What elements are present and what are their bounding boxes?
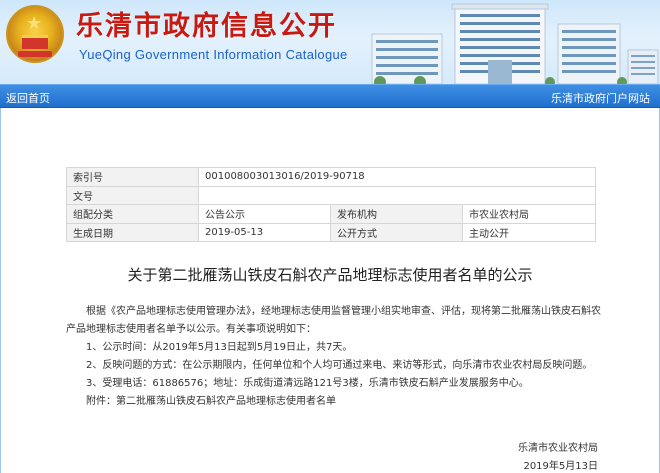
- table-row: 生成日期 2019-05-13 公开方式 主动公开: [66, 222, 596, 243]
- table-row: 组配分类 公告公示 发布机构 市农业农村局: [66, 204, 596, 224]
- date-label: 生成日期: [66, 222, 199, 243]
- national-emblem-icon: ★: [6, 5, 64, 63]
- buildings-illustration: [360, 0, 660, 84]
- frame-border-left: [0, 108, 1, 473]
- document-info-table: 索引号 001008003013016/2019-90718 文号 组配分类 公…: [66, 167, 596, 243]
- public-method-label: 公开方式: [330, 222, 463, 243]
- publisher-label: 发布机构: [330, 204, 463, 224]
- site-subtitle: YueQing Government Information Catalogue: [79, 47, 348, 62]
- signature-date: 2019年5月13日: [523, 461, 598, 472]
- doc-no-value: [198, 185, 596, 206]
- publisher-value: 市农业农村局: [462, 204, 596, 224]
- date-value: 2019-05-13: [198, 222, 331, 243]
- index-label: 索引号: [66, 167, 199, 187]
- portal-link[interactable]: 乐清市政府门户网站: [551, 90, 650, 106]
- public-method-value: 主动公开: [462, 222, 596, 243]
- attachment-link[interactable]: 附件：第二批雁荡山铁皮石斛农产品地理标志使用者名单: [86, 393, 606, 411]
- list-item: 2、反映问题的方式：在公示期限内，任何单位和个人均可通过来电、来访等形式，向乐清…: [86, 360, 593, 371]
- category-label: 组配分类: [66, 204, 199, 224]
- document-title: 关于第二批雁荡山铁皮石斛农产品地理标志使用者名单的公示: [127, 266, 533, 284]
- list-item: 1、公示时间：从2019年5月13日起到5月19日止，共7天。: [86, 342, 353, 353]
- list-item: 3、受理电话：61886576；地址：乐成街道清远路121号3楼，乐清市铁皮石斛…: [86, 378, 529, 389]
- signature-org: 乐清市农业农村局: [518, 443, 598, 454]
- table-row: 文号: [66, 185, 596, 206]
- back-home-link[interactable]: 返回首页: [6, 90, 50, 106]
- category-value: 公告公示: [198, 204, 331, 224]
- doc-no-label: 文号: [66, 185, 199, 206]
- document-items: 1、公示时间：从2019年5月13日起到5月19日止，共7天。 2、反映问题的方…: [66, 339, 606, 411]
- document-paragraph: 根据《农产品地理标志使用管理办法》，经地理标志使用监督管理小组实地审查、评估，现…: [66, 306, 601, 335]
- header-banner: ★ 乐清市政府信息公开 YueQing Government Informati…: [0, 0, 660, 84]
- table-row: 索引号 001008003013016/2019-90718: [66, 167, 596, 187]
- nav-bar: 返回首页 乐清市政府门户网站: [0, 84, 660, 108]
- index-value: 001008003013016/2019-90718: [198, 167, 596, 187]
- site-title: 乐清市政府信息公开: [76, 11, 337, 42]
